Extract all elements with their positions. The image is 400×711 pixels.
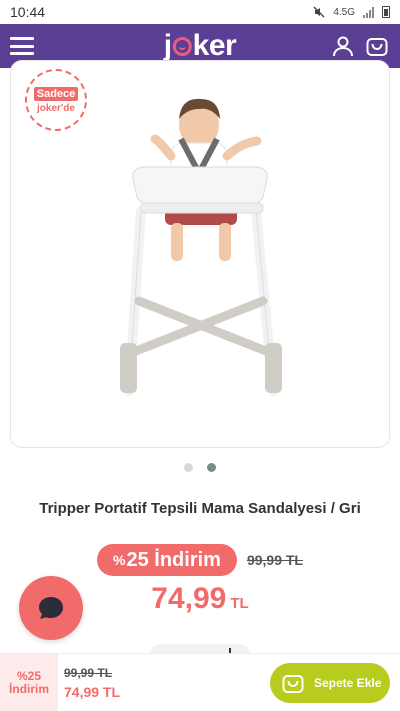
status-bar: 10:44 4.5G (0, 0, 400, 24)
product-title: Tripper Portatif Tepsili Mama Sandalyesi… (39, 500, 361, 517)
logo-prefix: j (163, 29, 172, 62)
bottom-bar: %25 İndirim 99,99 TL 74,99 TL Sepete Ekl… (0, 653, 400, 711)
discount-value: 25 (126, 548, 149, 571)
bottom-discount-badge: %25 İndirim (0, 653, 58, 711)
new-price-currency: TL (230, 595, 249, 612)
bottom-old-price: 99,99 TL (64, 665, 113, 680)
carousel-dot[interactable] (184, 463, 193, 472)
discount-pill: % 25 İndirim (97, 544, 237, 576)
logo-suffix: ker (192, 29, 237, 62)
user-icon[interactable] (332, 35, 354, 57)
signal-icon (363, 6, 374, 18)
chat-button[interactable] (19, 576, 83, 640)
mute-icon (313, 6, 325, 18)
page: 10:44 4.5G j ker Sadece joker'de Tripper… (0, 0, 400, 711)
network-label: 4.5G (333, 6, 355, 18)
product-image-card[interactable]: Sadece joker'de (10, 60, 390, 448)
bottom-prices: 99,99 TL 74,99 TL (64, 666, 120, 700)
old-price: 99,99 TL (246, 552, 303, 568)
status-icons: 4.5G (313, 6, 390, 18)
product-image (120, 98, 282, 396)
header-actions (332, 35, 388, 57)
menu-icon[interactable] (10, 37, 34, 55)
logo-smile-icon (172, 37, 192, 56)
battery-icon (382, 6, 390, 18)
add-to-cart-label: Sepete Ekle (314, 676, 382, 690)
chat-icon (39, 597, 63, 619)
add-to-cart-button[interactable]: Sepete Ekle (270, 663, 390, 703)
new-price-amount: 74,99 (151, 582, 227, 615)
bottom-new-price: 74,99 TL (64, 683, 121, 700)
carousel-dot-active[interactable] (207, 463, 216, 472)
status-time: 10:44 (10, 4, 46, 20)
cart-icon[interactable] (366, 35, 388, 57)
discount-word: İndirim (154, 548, 221, 571)
bottom-discount-value: %25 (16, 668, 42, 683)
cart-icon (282, 675, 304, 693)
carousel-dots (0, 463, 400, 472)
discount-symbol: % (113, 552, 126, 568)
discount-row: % 25 İndirim 99,99 TL (0, 544, 400, 576)
bottom-discount-word: İndirim (8, 681, 49, 696)
